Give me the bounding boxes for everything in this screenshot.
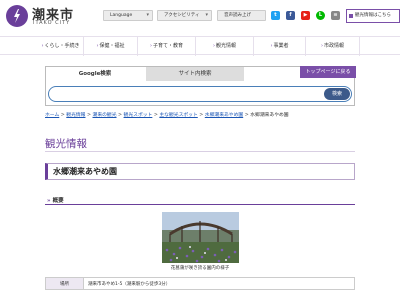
place-label: 場所 — [45, 277, 84, 290]
info-table: 場所 潮来市あやめ1-5（潮来駅から徒歩3分） — [45, 277, 355, 290]
nav-item-health[interactable]: ›保健・福祉 — [84, 37, 138, 56]
chevron-right-icon: › — [212, 43, 215, 49]
voice-reading-label: 音声読み上げ — [224, 13, 251, 18]
global-nav: ›くらし・手続き ›保健・福祉 ›子育て・教育 ›観光情報 ›事業者 ›市政情報 — [0, 36, 400, 56]
breadcrumb-separator: > — [86, 113, 92, 118]
twitter-icon[interactable]: t — [271, 11, 280, 20]
overview-divider — [45, 204, 355, 205]
accessibility-label: アクセシビリティ — [164, 13, 200, 18]
breadcrumb-ayame-garden[interactable]: 水郷潮来あやめ園 — [205, 113, 243, 118]
breadcrumb-current: 水郷潮来あやめ園 — [250, 113, 289, 118]
nav-item-city-admin[interactable]: ›市政情報 — [306, 37, 360, 56]
city-logo-icon[interactable] — [6, 5, 28, 27]
breadcrumb-home[interactable]: ホーム — [45, 113, 59, 118]
share-icon[interactable]: ≡ — [331, 11, 340, 20]
table-row: 場所 潮来市あやめ1-5（潮来駅から徒歩3分） — [45, 277, 355, 290]
search-bar: 検索 — [48, 86, 352, 102]
breadcrumb: ホーム > 観光情報 > 潮来の観光 > 観光スポット > 主な観光スポット > 水郷潮来あやめ園 >… — [45, 111, 375, 118]
nav-item-label: 事業者 — [273, 43, 289, 49]
nav-item-label: 観光情報 — [215, 43, 236, 49]
youtube-icon[interactable]: ▶ — [301, 11, 310, 20]
breadcrumb-separator: > — [153, 113, 158, 118]
iris-garden-photo — [162, 212, 239, 263]
breadcrumb-separator: > — [118, 113, 123, 118]
back-to-top-button[interactable]: トップページに戻る — [300, 66, 356, 78]
nav-item-childcare[interactable]: ›子育て・教育 — [138, 37, 196, 56]
page-title: 水郷潮来あやめ園 — [53, 167, 117, 176]
voice-reading-button[interactable]: 音声読み上げ — [217, 10, 266, 21]
breadcrumb-main-spots[interactable]: 主な観光スポット — [159, 113, 197, 118]
search-input[interactable] — [55, 88, 325, 100]
breadcrumb-tourism[interactable]: 観光情報 — [66, 113, 85, 118]
tab-site-search[interactable]: サイト内検索 — [146, 67, 244, 81]
tourism-info-label: 観光情報はこちら — [355, 13, 391, 18]
tourism-info-button[interactable]: 観光情報はこちら — [346, 9, 400, 23]
language-button[interactable]: Language ▾ — [103, 10, 153, 21]
section-divider — [45, 151, 355, 152]
chevron-down-icon: ▾ — [146, 12, 149, 18]
accessibility-button[interactable]: アクセシビリティ ▾ — [157, 10, 212, 21]
breadcrumb-spots[interactable]: 観光スポット — [124, 113, 153, 118]
photo-caption: 花菖蒲が咲き誇る園内の様子 — [170, 266, 230, 271]
tab-google-search[interactable]: Google検索 — [46, 67, 144, 81]
site-logo-subtitle: ITAKO CITY — [33, 20, 71, 26]
breadcrumb-separator: > — [199, 113, 204, 118]
photo-illustration — [162, 212, 239, 263]
square-icon — [349, 14, 353, 18]
facebook-icon[interactable]: f — [286, 11, 295, 20]
overview-heading: » 概要 — [47, 196, 64, 204]
breadcrumb-itako-tourism[interactable]: 潮来の観光 — [93, 113, 117, 118]
chevron-down-icon: ▾ — [205, 12, 208, 18]
section-title: 観光情報 — [45, 138, 87, 150]
nav-item-business[interactable]: ›事業者 — [254, 37, 306, 56]
nav-item-label: 子育て・教育 — [152, 43, 183, 49]
nav-item-label: くらし・手続き — [44, 43, 80, 49]
place-value: 潮来市あやめ1-5（潮来駅から徒歩3分） — [83, 277, 355, 290]
logo-bolt-icon — [14, 9, 20, 23]
search-button[interactable]: 検索 — [324, 88, 350, 100]
chevron-right-icon: › — [149, 43, 152, 49]
nav-item-living[interactable]: ›くらし・手続き — [38, 37, 84, 56]
chevron-right-icon: › — [320, 43, 323, 49]
nav-item-label: 市政情報 — [323, 43, 344, 49]
breadcrumb-separator: > — [244, 113, 249, 118]
map-icons-row — [85, 293, 101, 300]
nav-item-label: 保健・福祉 — [99, 43, 125, 49]
breadcrumb-separator: > — [60, 113, 65, 118]
site-header: 潮来市 ITAKO CITY Language ▾ アクセシビリティ ▾ 音声読… — [0, 0, 400, 32]
page-title-box: 水郷潮来あやめ園 — [45, 163, 355, 180]
language-label: Language — [110, 13, 133, 18]
line-icon[interactable]: L — [316, 11, 325, 20]
nav-item-tourism[interactable]: ›観光情報 — [196, 37, 254, 56]
